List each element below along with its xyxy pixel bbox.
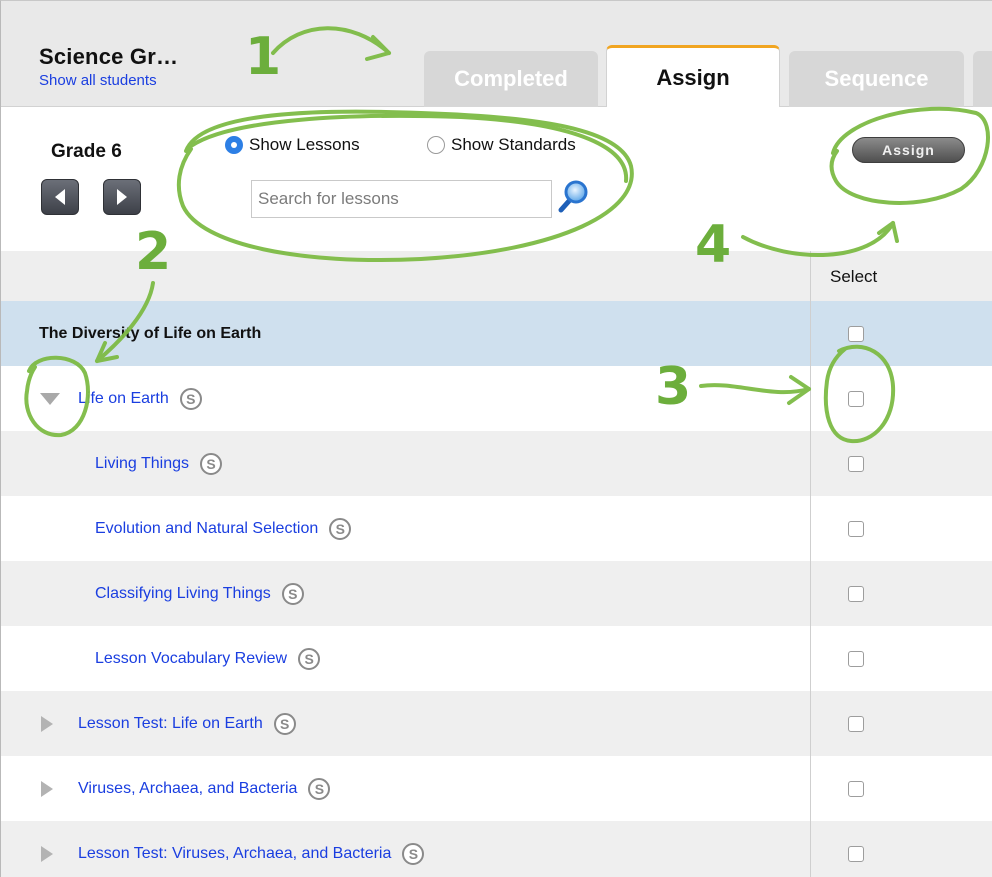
select-column-divider [810,251,811,877]
select-column-header: Select [830,267,878,286]
grade-label: Grade 6 [51,141,122,162]
grade-next-button[interactable] [103,179,141,215]
table-row: Lesson Test: Viruses, Archaea, and Bacte… [1,821,992,877]
annotation-number-4: 4 [695,215,732,275]
lesson-link-text[interactable]: Living Things [95,455,189,473]
tab-sequence[interactable]: Sequence [789,51,964,107]
lesson-link-text[interactable]: Viruses, Archaea, and Bacteria [78,780,297,798]
table-row-unit: The Diversity of Life on Earth [1,301,992,366]
select-checkbox[interactable] [848,390,864,407]
expand-triangle-icon[interactable] [41,845,53,862]
show-lessons-label: Show Lessons [249,135,360,154]
grade-prev-button[interactable] [41,179,79,215]
class-title: Science Gr… [39,44,179,69]
search-icon[interactable] [557,179,589,213]
lesson-link[interactable]: Lesson Test: Viruses, Archaea, and Bacte… [78,842,425,865]
search-lessons-input[interactable] [251,180,552,218]
lesson-link[interactable]: Viruses, Archaea, and Bacteria S [78,777,331,800]
standard-badge-icon: S [308,777,331,800]
standard-badge-icon: S [281,582,304,605]
lesson-link-text[interactable]: Classifying Living Things [95,585,271,603]
lesson-link[interactable]: Lesson Vocabulary Review S [95,647,321,670]
table-row: Life on Earth S [1,366,992,431]
select-checkbox[interactable] [848,520,864,537]
show-lessons-radio[interactable] [225,136,243,154]
tab-overflow[interactable] [973,51,992,107]
standard-badge-icon: S [199,452,222,475]
show-standards-label: Show Standards [451,135,576,154]
standard-badge-icon: S [329,517,352,540]
lesson-link-text[interactable]: Life on Earth [78,390,169,408]
table-row: Viruses, Archaea, and Bacteria S [1,756,992,821]
lesson-link-text[interactable]: Evolution and Natural Selection [95,520,318,538]
expand-triangle-icon[interactable] [41,715,53,732]
select-checkbox[interactable] [848,780,864,797]
arrow-right-icon [117,189,127,205]
tab-assign[interactable]: Assign [606,45,780,108]
table-row: Lesson Test: Life on Earth S [1,691,992,756]
select-checkbox[interactable] [848,715,864,732]
table-row: Living Things S [1,431,992,496]
collapse-triangle-icon[interactable] [40,392,60,405]
header-bar: Science Gr… Show all students Completed … [1,1,992,108]
lesson-link[interactable]: Lesson Test: Life on Earth S [78,712,296,735]
show-lessons-option[interactable]: Show Lessons [225,135,360,155]
lesson-link-text[interactable]: Lesson Test: Life on Earth [78,715,263,733]
lesson-link-text[interactable]: Lesson Test: Viruses, Archaea, and Bacte… [78,845,391,863]
lesson-link[interactable]: Classifying Living Things S [95,582,304,605]
arrow-left-icon [55,189,65,205]
select-checkbox[interactable] [848,845,864,862]
table-row: Evolution and Natural Selection S [1,496,992,561]
table-row: Classifying Living Things S [1,561,992,626]
select-checkbox[interactable] [848,585,864,602]
lessons-table: Select The Diversity of Life on Earth Li… [1,251,992,877]
expand-triangle-icon[interactable] [41,780,53,797]
annotation-number-2: 2 [135,222,172,282]
select-checkbox[interactable] [848,325,864,342]
tab-completed[interactable]: Completed [424,51,598,107]
annotation-number-3: 3 [655,357,692,417]
app-window: Science Gr… Show all students Completed … [0,0,992,877]
lesson-link[interactable]: Evolution and Natural Selection S [95,517,352,540]
lesson-link-text[interactable]: Lesson Vocabulary Review [95,650,287,668]
standard-badge-icon: S [298,647,321,670]
table-row: Lesson Vocabulary Review S [1,626,992,691]
standard-badge-icon: S [402,842,425,865]
lesson-link[interactable]: Living Things S [95,452,222,475]
annotation-number-1: 1 [245,27,282,87]
show-standards-option[interactable]: Show Standards [427,135,576,155]
select-checkbox[interactable] [848,455,864,472]
unit-title: The Diversity of Life on Earth [39,324,262,342]
select-checkbox[interactable] [848,650,864,667]
show-all-students-link[interactable]: Show all students [39,72,157,89]
assign-button[interactable]: Assign [852,137,965,163]
standard-badge-icon: S [273,712,296,735]
lesson-link[interactable]: Life on Earth S [78,387,202,410]
show-standards-radio[interactable] [427,136,445,154]
standard-badge-icon: S [179,387,202,410]
